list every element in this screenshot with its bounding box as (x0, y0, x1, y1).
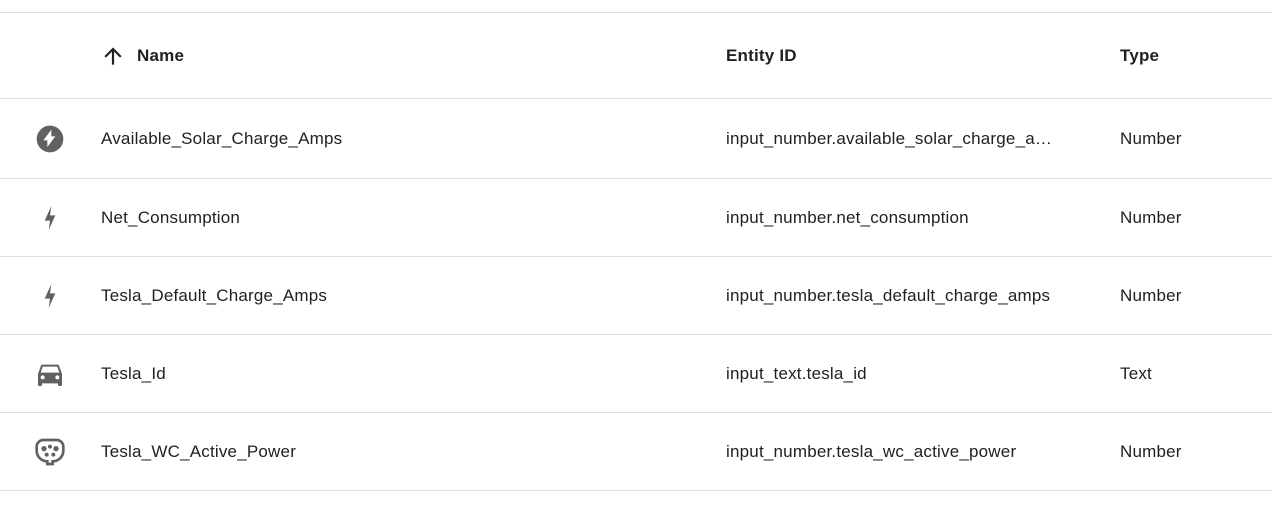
table-row[interactable]: Tesla_Id input_text.tesla_id Text (0, 335, 1272, 413)
row-type: Number (1120, 128, 1182, 148)
table-header: Name Entity ID Type (0, 13, 1272, 99)
row-icon-cell (0, 413, 100, 490)
row-type: Number (1120, 441, 1182, 461)
row-entity-id: input_number.tesla_default_charge_amps (726, 257, 1071, 334)
row-entity-id: input_text.tesla_id (726, 335, 1071, 412)
row-name: Tesla_WC_Active_Power (101, 441, 297, 461)
table-row[interactable]: Tesla_Default_Charge_Amps input_number.t… (0, 257, 1272, 335)
row-name: Available_Solar_Charge_Amps (101, 128, 343, 148)
row-icon-cell (0, 99, 100, 178)
row-type: Number (1120, 207, 1182, 227)
row-icon-cell (0, 257, 100, 334)
row-name: Tesla_Default_Charge_Amps (101, 285, 328, 305)
table-row[interactable]: Tesla_WC_Active_Power input_number.tesla… (0, 413, 1272, 491)
ev-plug-icon (35, 438, 65, 465)
flash-icon (44, 205, 56, 230)
row-entity-id: input_number.net_consumption (726, 179, 1071, 256)
row-entity-id-text: input_text.tesla_id (726, 363, 867, 383)
column-header-type[interactable]: Type (1120, 13, 1260, 98)
car-icon (38, 364, 62, 386)
row-entity-id-text: input_number.tesla_default_charge_amps (726, 285, 1051, 305)
row-name: Tesla_Id (101, 363, 166, 383)
table-row[interactable]: Net_Consumption input_number.net_consump… (0, 179, 1272, 257)
row-name: Net_Consumption (101, 207, 241, 227)
flash-circle-icon (36, 125, 64, 152)
table-row[interactable]: Available_Solar_Charge_Amps input_number… (0, 99, 1272, 179)
row-icon-cell (0, 179, 100, 256)
row-type: Number (1120, 285, 1182, 305)
arrow-up-icon (104, 47, 122, 65)
column-header-name[interactable]: Name (137, 13, 737, 98)
row-entity-id-text: input_number.net_consumption (726, 207, 969, 227)
row-entity-id-text: input_number.tesla_wc_active_power (726, 441, 1017, 461)
row-entity-id: input_number.available_solar_charge_a… (726, 99, 1071, 178)
flash-icon (44, 283, 56, 308)
row-type: Text (1120, 363, 1152, 383)
row-entity-id: input_number.tesla_wc_active_power (726, 413, 1071, 490)
row-entity-id-text: input_number.available_solar_charge_a… (726, 128, 1053, 148)
column-header-entity-id-label: Entity ID (726, 45, 797, 65)
sort-ascending-button[interactable] (100, 43, 126, 69)
column-header-entity-id[interactable]: Entity ID (726, 13, 1071, 98)
row-icon-cell (0, 335, 100, 412)
